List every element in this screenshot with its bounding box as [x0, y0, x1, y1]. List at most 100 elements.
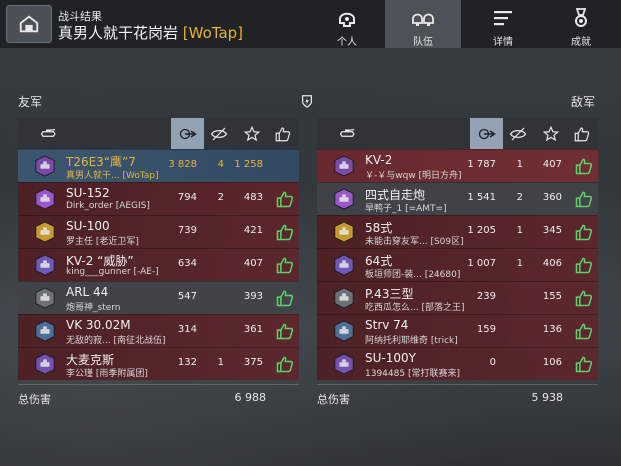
allies-title: 友军 [18, 95, 43, 109]
damage-value: 132 [177, 357, 197, 368]
player-name: 真男人就干花岗岩 [58, 24, 179, 42]
vehicle-class-badge [34, 254, 56, 276]
damage-value: 159 [476, 324, 496, 335]
tank-icon [40, 128, 56, 137]
like-button[interactable] [574, 222, 594, 242]
player-row[interactable]: VK 30.02M 无敌的寂... [南征北战伍] 314 361 [18, 314, 299, 347]
player-name: 李公瑾 [雨季附属团] [66, 369, 148, 379]
thumbs-up-icon [575, 290, 593, 307]
like-button[interactable] [275, 288, 295, 308]
spotting-column-header[interactable] [509, 125, 527, 143]
damage-value: 239 [476, 291, 496, 302]
damage-value: 0 [489, 357, 496, 368]
tank-badge-icon [334, 221, 354, 243]
score-value: 136 [542, 324, 562, 335]
like-button[interactable] [574, 156, 594, 176]
like-button[interactable] [574, 288, 594, 308]
tank-badge-icon [334, 287, 354, 309]
like-button[interactable] [275, 189, 295, 209]
player-row[interactable]: KV-2 “威胁” king___gunner [-AE-] 634 407 [18, 248, 299, 281]
player-row[interactable]: 58式 未能击穿友军... [S09区] 1 205 1 345 [317, 215, 598, 248]
like-button[interactable] [275, 222, 295, 242]
tank-badge-icon [334, 155, 354, 177]
like-button[interactable] [275, 321, 295, 341]
vehicle-class-badge [34, 353, 56, 375]
player-row[interactable]: P.43三型 吃西瓜怎么... [部落之王] 239 155 [317, 281, 598, 314]
tab-team[interactable]: 队伍 [385, 0, 461, 48]
tank-badge-icon [35, 287, 55, 309]
tank-name: ARL 44 [66, 285, 109, 299]
tank-badge-icon [35, 155, 55, 177]
vehicle-class-badge [34, 188, 56, 210]
player-name: Dirk_order [AEGIS] [66, 201, 150, 211]
tab-label: 成就 [571, 37, 591, 48]
player-row[interactable]: T26E3“鹰”7 真男人就干... [WoTap] 3 828 4 1 258 [18, 149, 299, 182]
thumbs-up-icon [575, 257, 593, 274]
like-button[interactable] [574, 255, 594, 275]
vehicle-class-badge [333, 320, 355, 342]
kills-value: 1 [217, 357, 224, 368]
thumbs-up-icon [276, 224, 294, 241]
tab-personal[interactable]: 个人 [309, 0, 385, 48]
player-row[interactable]: KV-2 ￥-￥与wqw [明日方舟] 1 787 1 407 [317, 149, 598, 182]
player-row[interactable]: ARL 44 炮哥神_stern 547 393 [18, 281, 299, 314]
score-column-header[interactable] [243, 125, 261, 143]
score-column-header[interactable] [542, 125, 560, 143]
tab-details[interactable]: 详情 [465, 0, 541, 48]
tank-badge-icon [35, 188, 55, 210]
player-name: 旱鸭子_1 [=AMT=] [365, 204, 447, 214]
damage-icon [179, 128, 197, 140]
player-row[interactable]: SU-100Y 1394485 [常打联赛来] 0 106 [317, 347, 598, 380]
damage-value: 634 [177, 258, 197, 269]
score-value: 1 258 [234, 159, 263, 170]
top-bar: 战斗结果 真男人就干花岗岩 [WoTap] 个人 队伍 详情 成就 [0, 0, 621, 48]
spotting-column-header[interactable] [210, 125, 228, 143]
player-name: king___gunner [-AE-] [66, 267, 159, 277]
tank-name: KV-2 [365, 153, 393, 167]
likes-column-header[interactable] [274, 125, 292, 143]
tank-badge-icon [334, 254, 354, 276]
spotting-icon [509, 127, 527, 141]
allies-table: T26E3“鹰”7 真男人就干... [WoTap] 3 828 4 1 258 SU-1… [18, 118, 299, 380]
garage-home-button[interactable] [6, 5, 52, 43]
player-row[interactable]: 64式 板垣师团-装... [24680] 1 007 1 406 [317, 248, 598, 281]
kills-value: 2 [217, 192, 224, 203]
like-button[interactable] [275, 255, 295, 275]
player-row[interactable]: 四式自走炮 旱鸭子_1 [=AMT=] 1 541 2 360 [317, 182, 598, 215]
score-value: 360 [542, 192, 562, 203]
player-row[interactable]: Strv 74 阿纳托利耶维奇 [trick] 159 136 [317, 314, 598, 347]
damage-column-icon-wrap [179, 125, 197, 143]
damage-value: 314 [177, 324, 197, 335]
like-button[interactable] [574, 189, 594, 209]
medal-icon [575, 8, 587, 27]
damage-value: 1 541 [467, 192, 496, 203]
damage-value: 547 [177, 291, 197, 302]
star-icon [243, 125, 261, 142]
thumbs-up-icon [575, 191, 593, 208]
player-row[interactable]: SU-152 Dirk_order [AEGIS] 794 2 483 [18, 182, 299, 215]
player-name: 炮哥神_stern [66, 303, 121, 313]
tank-icon [339, 128, 355, 137]
player-row[interactable]: SU-100 罗主任 [老近卫军] 739 421 [18, 215, 299, 248]
tank-name: VK 30.02M [66, 318, 131, 332]
vehicle-column-header[interactable] [339, 125, 357, 143]
vehicle-column-header[interactable] [40, 125, 58, 143]
player-row[interactable]: 大麦克斯 李公瑾 [雨季附属团] 132 1 375 [18, 347, 299, 380]
player-name: 无敌的寂... [南征北战伍] [66, 336, 166, 346]
team-icon [412, 13, 434, 26]
divider [18, 384, 299, 385]
thumbs-up-icon [575, 356, 593, 373]
like-button[interactable] [574, 321, 594, 341]
spotting-icon [210, 127, 228, 141]
score-value: 407 [542, 159, 562, 170]
vehicle-class-badge [333, 221, 355, 243]
score-value: 407 [243, 258, 263, 269]
score-value: 483 [243, 192, 263, 203]
likes-column-header[interactable] [573, 125, 591, 143]
like-button[interactable] [275, 354, 295, 374]
vehicle-class-badge [34, 287, 56, 309]
vehicle-class-badge [333, 254, 355, 276]
like-button[interactable] [574, 354, 594, 374]
tab-achievements[interactable]: 成就 [543, 0, 619, 48]
player-name: 1394485 [常打联赛来] [365, 369, 460, 379]
